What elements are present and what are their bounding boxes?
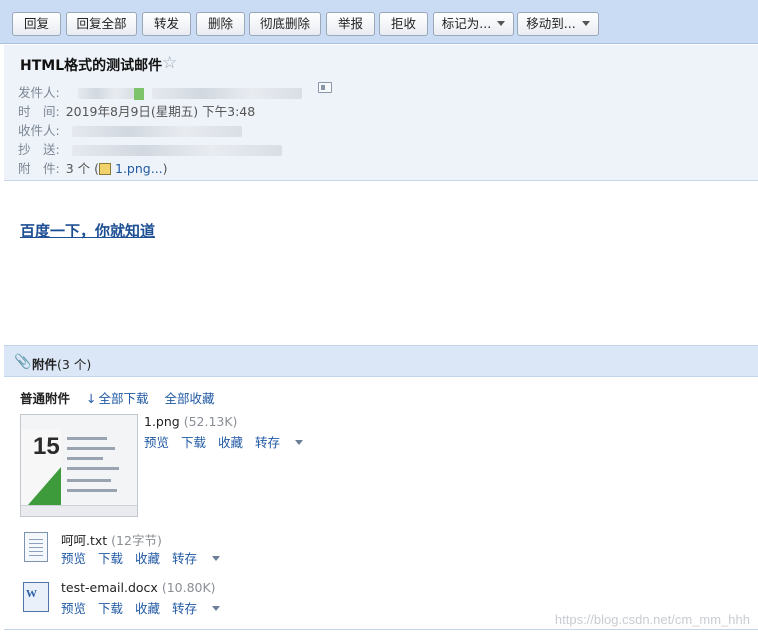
save-to-dropdown[interactable]: 转存 — [172, 601, 232, 616]
star-icon[interactable]: ☆ — [162, 53, 177, 73]
thumbnail-text-line — [67, 437, 107, 440]
save-to-label: 转存 — [255, 435, 281, 450]
sender-name-redacted — [77, 88, 134, 99]
word-file-icon: W — [23, 582, 49, 612]
attach-label: 附 件: — [18, 161, 60, 176]
time-value: 2019年8月9日(星期五) 下午3:48 — [65, 104, 256, 119]
collect-link[interactable]: 收藏 — [135, 551, 160, 566]
thumbnail-text-line — [67, 479, 111, 482]
caret-down-icon — [497, 21, 506, 26]
cc-label: 抄 送: — [18, 142, 60, 157]
attachment-name: test-email.docx (10.80K) — [61, 580, 216, 595]
text-line — [29, 551, 43, 552]
text-file-icon — [24, 532, 48, 562]
move-to-label: 移动到... — [526, 16, 576, 31]
download-link[interactable]: 下载 — [98, 551, 123, 566]
attachments-title-label: 附件 — [32, 357, 58, 372]
save-to-dropdown[interactable]: 转存 — [172, 551, 232, 566]
cc-row: 抄 送: — [18, 139, 282, 158]
attachments-panel-header: 📎 附件(3 个) — [4, 345, 758, 377]
preview-link[interactable]: 预览 — [61, 601, 86, 616]
image-thumbnail[interactable]: 15 — [20, 414, 138, 517]
mark-as-label: 标记为... — [441, 16, 492, 31]
preview-link[interactable]: 预览 — [61, 551, 86, 566]
attachments-panel: 普通附件 ↓ 全部下载 全部收藏 15 1.png (52.13K) 预览 下载 收藏… — [4, 378, 758, 630]
attach-row: 附 件: 3 个 ( 1.png...) — [18, 161, 168, 176]
recipient-redacted — [71, 126, 242, 137]
download-arrow-icon: ↓ — [86, 391, 97, 406]
reply-button[interactable]: 回复 — [12, 12, 61, 36]
from-label: 发件人: — [18, 85, 60, 100]
watermark: https://blog.csdn.net/cm_mm_hhh — [554, 612, 750, 627]
time-row: 时 间: 2019年8月9日(星期五) 下午3:48 — [18, 101, 255, 120]
caret-down-icon — [212, 556, 221, 561]
attachment-actions: 预览 下载 收藏 转存 — [144, 432, 327, 451]
mail-toolbar: 回复 回复全部 转发 删除 彻底删除 举报 拒收 标记为... 移动到... — [0, 0, 758, 44]
thumbnail-logo-text: 15 — [33, 433, 60, 460]
save-to-label: 转存 — [172, 601, 198, 616]
text-line — [29, 543, 43, 544]
mail-header: HTML格式的测试邮件 ☆ 发件人: 时 间: 2019年8月9日(星期五) 下… — [4, 45, 758, 181]
delete-permanently-button[interactable]: 彻底删除 — [249, 12, 321, 36]
download-link[interactable]: 下载 — [98, 601, 123, 616]
attachment-filename: 呵呵.txt — [61, 533, 108, 548]
attachment-name: 1.png (52.13K) — [144, 414, 237, 429]
paperclip-icon: 📎 — [14, 354, 32, 370]
save-to-dropdown[interactable]: 转存 — [255, 435, 315, 450]
text-line — [29, 547, 43, 548]
image-file-icon — [99, 163, 112, 175]
download-all-link[interactable]: 全部下载 — [98, 391, 148, 406]
attachment-size: (10.80K) — [161, 580, 216, 595]
thumbnail-text-line — [67, 447, 115, 450]
report-button[interactable]: 举报 — [326, 12, 375, 36]
contact-card-icon[interactable] — [318, 82, 332, 93]
to-label: 收件人: — [18, 123, 60, 138]
download-link[interactable]: 下载 — [181, 435, 206, 450]
to-row: 收件人: — [18, 120, 242, 139]
cc-redacted — [71, 145, 282, 156]
forward-button[interactable]: 转发 — [142, 12, 191, 36]
move-to-dropdown[interactable]: 移动到... — [517, 12, 599, 36]
time-label: 时 间: — [18, 104, 60, 119]
collect-all-link[interactable]: 全部收藏 — [164, 391, 214, 406]
tab-normal-attachments[interactable]: 普通附件 — [20, 391, 70, 406]
attachment-actions: 预览 下载 收藏 转存 — [61, 548, 244, 567]
delete-button[interactable]: 删除 — [196, 12, 245, 36]
attachments-count: (3 个) — [57, 357, 92, 372]
collect-link[interactable]: 收藏 — [218, 435, 243, 450]
thumbnail-text-line — [67, 467, 119, 470]
save-to-label: 转存 — [172, 551, 198, 566]
attachment-size: (12字节) — [111, 533, 162, 548]
caret-down-icon — [295, 440, 304, 445]
attachment-tabs: 普通附件 ↓ 全部下载 全部收藏 — [20, 388, 215, 407]
sender-avatar-redacted — [133, 87, 144, 100]
reject-button[interactable]: 拒收 — [379, 12, 428, 36]
attachment-size: (52.13K) — [183, 414, 238, 429]
thumbnail-button-bar — [21, 505, 137, 516]
reply-all-button[interactable]: 回复全部 — [66, 12, 137, 36]
attachment-actions: 预览 下载 收藏 转存 — [61, 598, 244, 617]
word-letter-glyph: W — [26, 588, 37, 600]
text-line — [29, 539, 43, 540]
attachment-filename: 1.png — [144, 414, 180, 429]
attachments-title: 附件(3 个) — [32, 354, 91, 373]
text-line — [29, 555, 43, 556]
caret-down-icon — [581, 21, 590, 26]
sender-address-redacted — [151, 88, 302, 99]
attach-count: 3 个 — [65, 161, 91, 176]
mail-subject: HTML格式的测试邮件 — [20, 58, 163, 74]
caret-down-icon — [212, 606, 221, 611]
attachment-filename: test-email.docx — [61, 580, 158, 595]
attachment-name: 呵呵.txt (12字节) — [61, 530, 162, 549]
thumbnail-text-line — [67, 457, 103, 460]
from-row: 发件人: — [18, 82, 302, 101]
attach-preview-link[interactable]: 1.png... — [115, 161, 163, 176]
preview-link[interactable]: 预览 — [144, 435, 169, 450]
thumbnail-text-line — [67, 489, 117, 492]
mark-as-dropdown[interactable]: 标记为... — [433, 12, 514, 36]
collect-link[interactable]: 收藏 — [135, 601, 160, 616]
baidu-link[interactable]: 百度一下，你就知道 — [20, 220, 155, 241]
